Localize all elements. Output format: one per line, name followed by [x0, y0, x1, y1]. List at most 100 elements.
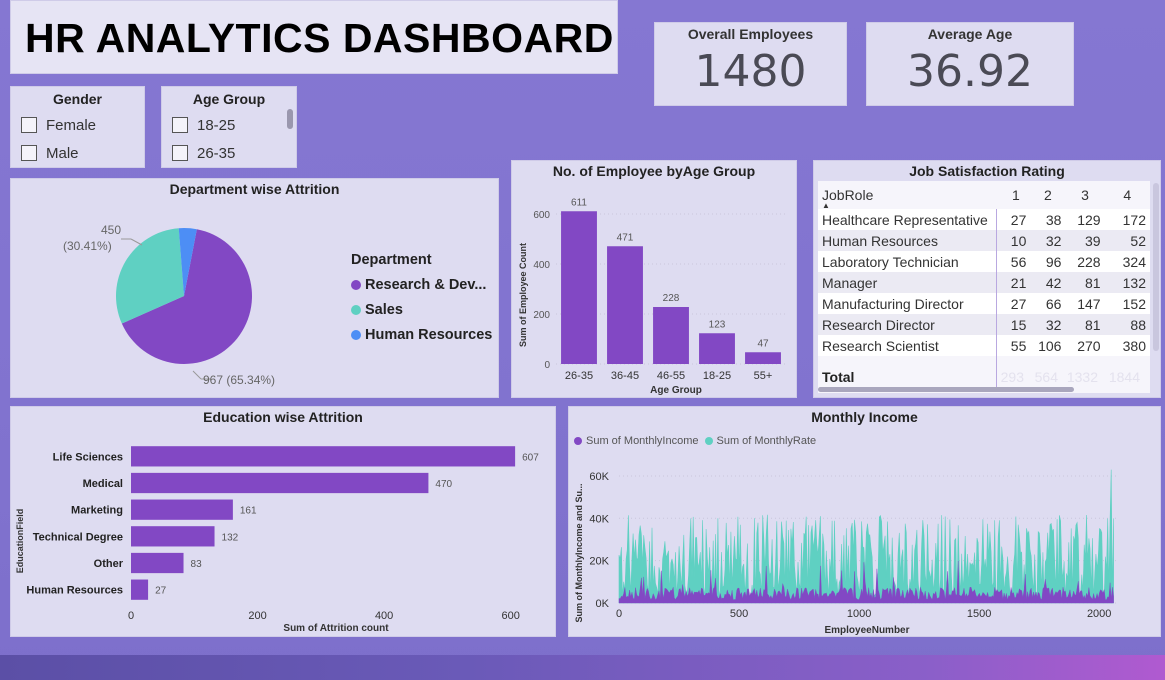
age-group-panel: No. of Employee byAge Group Sum of Emplo… — [511, 160, 797, 398]
bar[interactable] — [131, 552, 184, 574]
age-group-bar-chart: Sum of Employee Count Age Group 0 200 400 6… — [518, 197, 786, 396]
legend-label: Research & Dev... — [365, 276, 487, 293]
legend-dot — [351, 279, 361, 290]
table-cell-jobrole: Research Scientist — [822, 337, 939, 354]
option-label: 18-25 — [197, 116, 236, 134]
table-row[interactable]: Research Scientist 55 106 270 380 — [818, 335, 1150, 356]
bar-value-label: 607 — [522, 452, 539, 463]
table-cell-value: 27 — [1010, 295, 1027, 312]
y-tick-label: Other — [94, 558, 124, 570]
table-row[interactable]: Human Resources 10 32 39 52 — [818, 230, 1150, 251]
panel-title: No. of Employee byAge Group — [552, 163, 756, 179]
checkbox[interactable] — [21, 145, 37, 161]
x-axis-title: Sum of Attrition count — [283, 623, 389, 634]
y-axis-title: Sum of MonthlyIncome and Su... — [574, 483, 584, 622]
checkbox[interactable] — [172, 145, 188, 161]
table-cell-value: 172 — [1122, 211, 1146, 228]
table-cell-value: 55 — [1010, 337, 1027, 354]
table-cell-value: 129 — [1077, 211, 1101, 228]
bar-value-label: 83 — [191, 559, 203, 570]
education-attrition-panel: Education wise Attrition EducationField … — [10, 406, 556, 637]
column-header-2[interactable]: 2 — [1030, 181, 1065, 209]
slicer-title: Age Group — [192, 91, 266, 107]
bar[interactable] — [131, 579, 149, 600]
bar[interactable] — [653, 307, 689, 364]
x-tick-label: 200 — [248, 610, 266, 622]
y-tick-label: 400 — [533, 260, 550, 271]
bar[interactable] — [131, 499, 233, 520]
slicer-scrollbar[interactable] — [287, 109, 293, 129]
bar[interactable] — [131, 472, 429, 494]
monthly-rate-series[interactable] — [618, 469, 1114, 604]
gender-slicer: Gender Female Male — [10, 86, 145, 168]
column-header-3[interactable]: 3 — [1065, 181, 1104, 209]
total-value: 1332 — [1066, 369, 1098, 385]
legend-item-monthly-income[interactable]: Sum of MonthlyIncome — [574, 435, 699, 447]
job-satisfaction-table-wrap: JobRole ▲ 1 2 3 4 Healthcare Representat… — [818, 181, 1150, 393]
table-vertical-scrollbar[interactable] — [1153, 183, 1159, 351]
legend-dot — [351, 304, 361, 315]
bar-value-label: 123 — [709, 319, 726, 330]
checkbox[interactable] — [21, 117, 37, 133]
y-tick-label: 200 — [533, 310, 550, 321]
panel-title: Monthly Income — [811, 409, 918, 425]
option-label: Female — [46, 116, 97, 134]
table-row[interactable]: Healthcare Representative 27 38 129 172 — [818, 209, 1150, 230]
legend-item-sales[interactable]: Sales — [351, 297, 492, 322]
table-cell-value: 66 — [1045, 295, 1062, 312]
slicer-option-female[interactable]: Female — [11, 111, 144, 139]
table-row[interactable]: Laboratory Technician 56 96 228 324 — [818, 251, 1150, 272]
slicer-option-26-35[interactable]: 26-35 — [162, 139, 296, 167]
bar[interactable] — [699, 333, 735, 364]
table-cell-value: 38 — [1045, 211, 1062, 228]
leader-line — [130, 238, 143, 246]
table-cell-jobrole: Manufacturing Director — [822, 295, 964, 312]
slicer-option-18-25[interactable]: 18-25 — [162, 111, 296, 139]
table-cell-value: 39 — [1085, 232, 1101, 249]
table-total-row: Total 293 564 1332 1844 — [818, 365, 1150, 389]
checkbox[interactable] — [172, 117, 188, 133]
table-cell-value: 27 — [1010, 211, 1027, 228]
x-tick-label: 500 — [730, 608, 748, 620]
column-header-1[interactable]: 1 — [1002, 181, 1031, 209]
bar[interactable] — [131, 526, 215, 547]
bar[interactable] — [561, 211, 597, 364]
table-cell-value: 228 — [1077, 253, 1101, 270]
option-label: 26-35 — [197, 144, 236, 162]
legend-dot — [704, 437, 713, 445]
panel-title: Department wise Attrition — [169, 181, 340, 197]
table-row[interactable]: Research Director 15 32 81 88 — [818, 314, 1150, 335]
table-cell-value: 32 — [1045, 316, 1062, 333]
x-tick-label: 2000 — [1087, 608, 1111, 620]
legend-item-monthly-rate[interactable]: Sum of MonthlyRate — [704, 435, 816, 447]
legend-item-research[interactable]: Research & Dev... — [351, 272, 492, 297]
legend-label: Sum of MonthlyIncome — [586, 435, 699, 447]
bar-value-label: 27 — [155, 586, 167, 597]
department-legend: Department Research & Dev... Sales Human… — [351, 247, 492, 347]
table-cell-value: 88 — [1130, 316, 1146, 333]
monthly-income-area-chart: Sum of MonthlyIncome and Su... EmployeeN… — [574, 469, 1116, 636]
table-cell-jobrole: Healthcare Representative — [822, 211, 988, 228]
bar[interactable] — [607, 246, 643, 364]
bar[interactable] — [131, 446, 516, 467]
table-cell-value: 32 — [1045, 232, 1062, 249]
bar-value-label: 611 — [571, 197, 587, 208]
table-cell-value: 270 — [1077, 337, 1101, 354]
slicer-option-male[interactable]: Male — [11, 139, 144, 167]
legend-dot — [574, 437, 582, 445]
y-axis-title: Sum of Employee Count — [518, 243, 528, 347]
column-header-jobrole[interactable]: JobRole ▲ — [818, 181, 1002, 210]
table-cell-jobrole: Manager — [822, 274, 878, 291]
table-horizontal-scrollbar[interactable] — [818, 387, 1074, 392]
x-tick-label: 26-35 — [565, 370, 593, 382]
sort-ascending-icon[interactable]: ▲ — [822, 201, 830, 210]
age-group-slicer: Age Group 18-25 26-35 — [161, 86, 297, 168]
bar[interactable] — [745, 352, 781, 364]
legend-item-human-resources[interactable]: Human Resources — [351, 322, 492, 347]
column-header-4[interactable]: 4 — [1105, 181, 1150, 209]
table-cell-jobrole: Research Director — [822, 316, 935, 333]
table-row[interactable]: Manager 21 42 81 132 — [818, 272, 1150, 293]
table-row[interactable]: Manufacturing Director 27 66 147 152 — [818, 293, 1150, 314]
x-tick-label: 0 — [616, 608, 622, 620]
table-header-row: JobRole ▲ 1 2 3 4 — [818, 181, 1150, 210]
